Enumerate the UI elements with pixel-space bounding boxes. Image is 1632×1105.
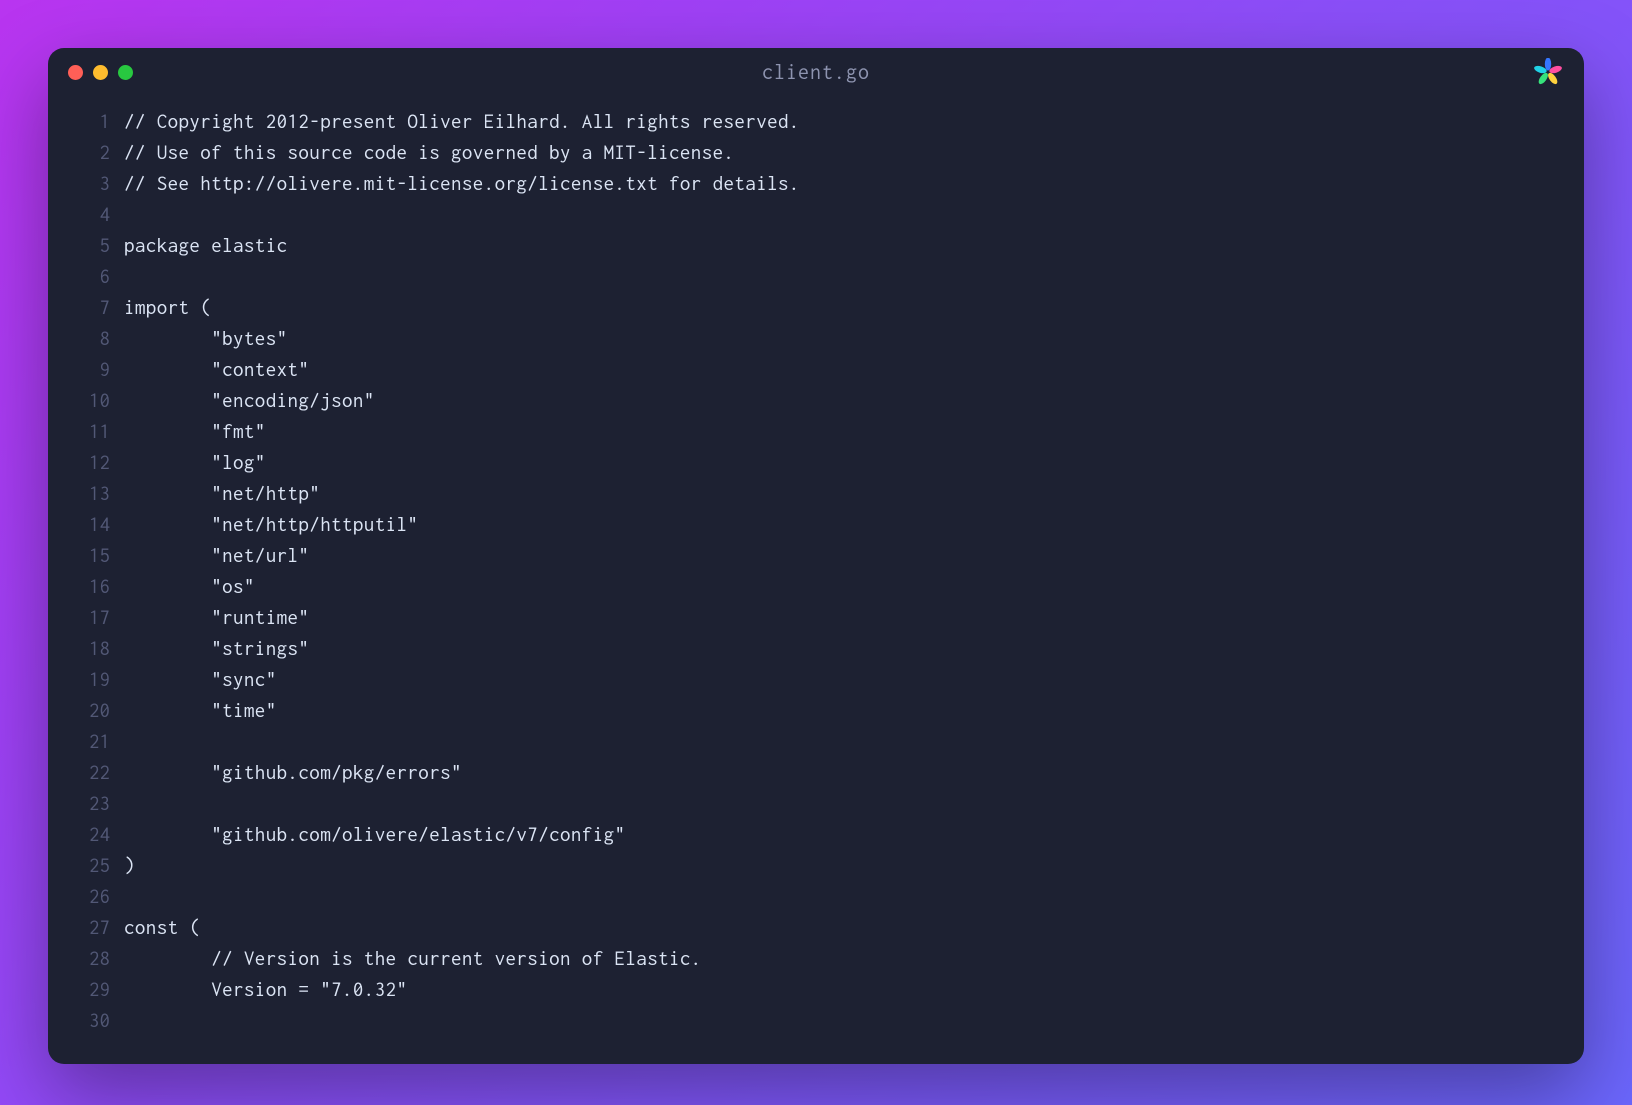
line-number: 1 <box>48 106 124 137</box>
line-number: 6 <box>48 261 124 292</box>
line-content: // See http://olivere.mit-license.org/li… <box>124 168 800 199</box>
line-number: 17 <box>48 602 124 633</box>
line-content: "os" <box>124 571 255 602</box>
code-line: 3 // See http://olivere.mit-license.org/… <box>48 168 1584 199</box>
line-content: import ( <box>124 292 211 323</box>
line-content: // Copyright 2012-present Oliver Eilhard… <box>124 106 800 137</box>
code-line: 9 "context" <box>48 354 1584 385</box>
line-number: 2 <box>48 137 124 168</box>
code-line: 4 <box>48 199 1584 230</box>
code-line: 20 "time" <box>48 695 1584 726</box>
code-line: 25 ) <box>48 850 1584 881</box>
line-number: 25 <box>48 850 124 881</box>
code-line: 27 const ( <box>48 912 1584 943</box>
code-line: 6 <box>48 261 1584 292</box>
line-content: "strings" <box>124 633 309 664</box>
line-content: "net/http" <box>124 478 320 509</box>
app-logo-icon <box>1534 58 1562 86</box>
line-number: 21 <box>48 726 124 757</box>
line-content: const ( <box>124 912 200 943</box>
line-content: package elastic <box>124 230 288 261</box>
minimize-button[interactable] <box>93 65 108 80</box>
traffic-lights <box>68 65 133 80</box>
line-content: Version = "7.0.32" <box>124 974 407 1005</box>
line-content: "fmt" <box>124 416 266 447</box>
code-line: 23 <box>48 788 1584 819</box>
code-line: 22 "github.com/pkg/errors" <box>48 757 1584 788</box>
line-content: "log" <box>124 447 266 478</box>
line-number: 22 <box>48 757 124 788</box>
code-line: 11 "fmt" <box>48 416 1584 447</box>
line-number: 26 <box>48 881 124 912</box>
line-content: "net/http/httputil" <box>124 509 418 540</box>
close-button[interactable] <box>68 65 83 80</box>
code-line: 19 "sync" <box>48 664 1584 695</box>
code-line: 30 <box>48 1005 1584 1036</box>
line-content: "github.com/pkg/errors" <box>124 757 462 788</box>
line-number: 15 <box>48 540 124 571</box>
code-line: 2 // Use of this source code is governed… <box>48 137 1584 168</box>
line-number: 19 <box>48 664 124 695</box>
code-line: 17 "runtime" <box>48 602 1584 633</box>
line-content: ) <box>124 850 135 881</box>
line-number: 8 <box>48 323 124 354</box>
code-line: 10 "encoding/json" <box>48 385 1584 416</box>
editor-window: client.go 1 // Copyright 2012-present Ol… <box>48 48 1584 1064</box>
code-line: 12 "log" <box>48 447 1584 478</box>
line-content: "bytes" <box>124 323 288 354</box>
line-number: 4 <box>48 199 124 230</box>
line-number: 23 <box>48 788 124 819</box>
code-line: 24 "github.com/olivere/elastic/v7/config… <box>48 819 1584 850</box>
code-line: 18 "strings" <box>48 633 1584 664</box>
code-line: 8 "bytes" <box>48 323 1584 354</box>
code-line: 7 import ( <box>48 292 1584 323</box>
line-number: 28 <box>48 943 124 974</box>
line-content: // Version is the current version of Ela… <box>124 943 702 974</box>
code-line: 16 "os" <box>48 571 1584 602</box>
code-line: 29 Version = "7.0.32" <box>48 974 1584 1005</box>
line-number: 29 <box>48 974 124 1005</box>
line-content: "runtime" <box>124 602 309 633</box>
line-number: 27 <box>48 912 124 943</box>
line-content: // Use of this source code is governed b… <box>124 137 734 168</box>
line-number: 16 <box>48 571 124 602</box>
code-line: 13 "net/http" <box>48 478 1584 509</box>
line-number: 12 <box>48 447 124 478</box>
code-line: 5 package elastic <box>48 230 1584 261</box>
line-number: 13 <box>48 478 124 509</box>
line-number: 24 <box>48 819 124 850</box>
code-line: 21 <box>48 726 1584 757</box>
line-content: "encoding/json" <box>124 385 375 416</box>
line-content: "time" <box>124 695 277 726</box>
window-title: client.go <box>762 61 870 84</box>
line-content: "github.com/olivere/elastic/v7/config" <box>124 819 625 850</box>
code-line: 26 <box>48 881 1584 912</box>
line-number: 11 <box>48 416 124 447</box>
line-number: 3 <box>48 168 124 199</box>
line-content: "sync" <box>124 664 277 695</box>
line-number: 14 <box>48 509 124 540</box>
line-number: 9 <box>48 354 124 385</box>
line-content: "context" <box>124 354 309 385</box>
line-number: 5 <box>48 230 124 261</box>
line-number: 18 <box>48 633 124 664</box>
code-line: 15 "net/url" <box>48 540 1584 571</box>
line-number: 7 <box>48 292 124 323</box>
line-content: "net/url" <box>124 540 309 571</box>
line-number: 10 <box>48 385 124 416</box>
line-number: 30 <box>48 1005 124 1036</box>
titlebar: client.go <box>48 48 1584 96</box>
line-number: 20 <box>48 695 124 726</box>
code-line: 14 "net/http/httputil" <box>48 509 1584 540</box>
code-area[interactable]: 1 // Copyright 2012-present Oliver Eilha… <box>48 96 1584 1064</box>
code-line: 28 // Version is the current version of … <box>48 943 1584 974</box>
code-line: 1 // Copyright 2012-present Oliver Eilha… <box>48 106 1584 137</box>
maximize-button[interactable] <box>118 65 133 80</box>
